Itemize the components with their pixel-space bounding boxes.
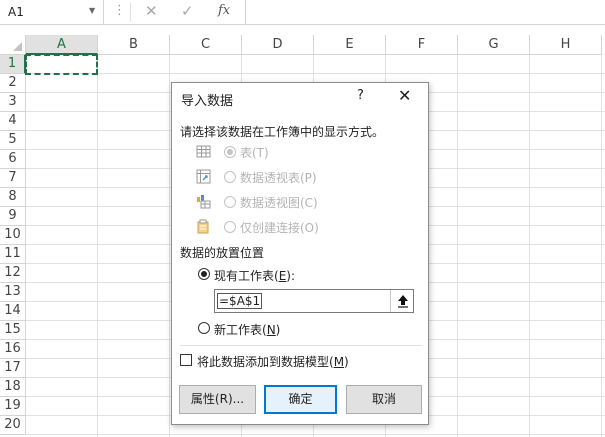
- column-gridline: [529, 55, 530, 437]
- add-to-model-accesskey: M: [333, 355, 345, 369]
- help-icon[interactable]: ?: [357, 88, 364, 103]
- pivot-table-radio[interactable]: [224, 171, 236, 183]
- column-header-h[interactable]: H: [530, 35, 602, 55]
- cancel-icon[interactable]: ✕: [145, 2, 158, 20]
- new-sheet-accesskey: N: [266, 323, 276, 337]
- row-header-8[interactable]: 8: [0, 188, 26, 207]
- row-header-7[interactable]: 7: [0, 169, 26, 188]
- new-sheet-label[interactable]: 新工作表(N): [214, 321, 280, 338]
- row-header-4[interactable]: 4: [0, 112, 26, 131]
- option-table-label: 表(T): [240, 146, 269, 160]
- pivot-chart-radio[interactable]: [224, 196, 236, 208]
- row-header-18[interactable]: 18: [0, 378, 26, 397]
- new-sheet-label-tail: ): [275, 323, 281, 337]
- placement-heading: 数据的放置位置: [180, 246, 265, 260]
- row-header-2[interactable]: 2: [0, 74, 26, 93]
- column-header-a[interactable]: A: [26, 35, 98, 55]
- row-header-19[interactable]: 19: [0, 397, 26, 416]
- option-connection-only-label: 仅创建连接(O): [240, 221, 319, 235]
- row-gridline: [26, 434, 605, 435]
- reference-input-value[interactable]: =$A$1: [217, 293, 263, 309]
- row-header-5[interactable]: 5: [0, 131, 26, 150]
- row-header-20[interactable]: 20: [0, 416, 26, 435]
- column-header-f[interactable]: F: [386, 35, 458, 55]
- ok-button[interactable]: 确定: [264, 385, 337, 414]
- column-header-b[interactable]: B: [98, 35, 170, 55]
- check-icon[interactable]: ✓: [181, 2, 194, 20]
- table-icon: [196, 145, 211, 158]
- existing-sheet-radio[interactable]: [198, 268, 210, 280]
- connection-icon: [197, 219, 209, 234]
- column-header-c[interactable]: C: [170, 35, 242, 55]
- row-header-6[interactable]: 6: [0, 150, 26, 169]
- row-header-1[interactable]: 1: [0, 55, 26, 74]
- close-icon[interactable]: ✕: [398, 86, 411, 105]
- row-gridline: [26, 73, 605, 74]
- connection-only-radio[interactable]: [224, 221, 236, 233]
- dialog-title: 导入数据: [181, 94, 234, 109]
- column-header-g[interactable]: G: [458, 35, 530, 55]
- column-gridline: [97, 55, 98, 437]
- row-header-10[interactable]: 10: [0, 226, 26, 245]
- column-header-e[interactable]: E: [314, 35, 386, 55]
- column-gridline: [457, 55, 458, 437]
- display-mode-prompt: 请选择该数据在工作簿中的显示方式。: [180, 125, 385, 139]
- table-radio[interactable]: [224, 146, 236, 158]
- properties-button[interactable]: 属性(R)...: [179, 385, 256, 414]
- row-header-9[interactable]: 9: [0, 207, 26, 226]
- row-header-11[interactable]: 11: [0, 245, 26, 264]
- more-options-icon[interactable]: ⋮: [113, 3, 126, 18]
- selected-cell-a1[interactable]: [25, 54, 98, 75]
- add-to-model-label-tail: ): [344, 355, 349, 369]
- option-pivot-chart-label: 数据透视图(C): [240, 196, 318, 210]
- new-sheet-radio[interactable]: [198, 322, 210, 334]
- row-header-12[interactable]: 12: [0, 264, 26, 283]
- column-gridline: [169, 55, 170, 437]
- new-sheet-label-main: 新工作表(: [214, 323, 267, 337]
- dialog-divider: [180, 345, 422, 346]
- insert-function-icon[interactable]: fx: [218, 3, 230, 18]
- collapse-dialog-icon[interactable]: [395, 292, 411, 310]
- cancel-button[interactable]: 取消: [346, 385, 422, 414]
- formula-input-divider: [245, 0, 246, 25]
- existing-sheet-label-tail: ):: [286, 269, 296, 283]
- column-header-d[interactable]: D: [242, 35, 314, 55]
- column-gridline: [601, 55, 602, 437]
- pivot-chart-icon: [197, 195, 211, 209]
- name-box[interactable]: A1 ▼: [0, 0, 104, 24]
- name-box-value[interactable]: A1: [8, 5, 24, 19]
- add-to-model-label-main: 将此数据添加到数据模型(: [197, 355, 334, 369]
- option-pivot-table-label: 数据透视表(P): [240, 171, 317, 185]
- add-to-model-label[interactable]: 将此数据添加到数据模型(M): [197, 353, 349, 370]
- existing-sheet-label-main: 现有工作表(: [214, 269, 279, 283]
- select-all-button[interactable]: [0, 35, 26, 55]
- chevron-down-icon[interactable]: ▼: [89, 6, 95, 15]
- radio-dot: [227, 149, 233, 155]
- row-header-16[interactable]: 16: [0, 340, 26, 359]
- reference-input-divider: [390, 290, 391, 312]
- reference-input[interactable]: =$A$1: [214, 289, 414, 313]
- existing-sheet-label[interactable]: 现有工作表(E):: [214, 267, 295, 284]
- add-to-model-checkbox[interactable]: [180, 354, 192, 366]
- import-data-dialog: 导入数据 ? ✕ 请选择该数据在工作簿中的显示方式。 表(T) 数据透视表(P): [171, 82, 429, 425]
- row-header-3[interactable]: 3: [0, 93, 26, 112]
- row-header-15[interactable]: 15: [0, 321, 26, 340]
- radio-dot: [201, 271, 207, 277]
- pivot-table-icon: [196, 169, 211, 184]
- formula-bar-divider: [130, 3, 131, 22]
- row-header-17[interactable]: 17: [0, 359, 26, 378]
- row-header-14[interactable]: 14: [0, 302, 26, 321]
- select-all-triangle-icon: [13, 42, 22, 51]
- row-header-13[interactable]: 13: [0, 283, 26, 302]
- formula-bar: A1 ▼ ⋮ ✕ ✓ fx: [0, 0, 605, 25]
